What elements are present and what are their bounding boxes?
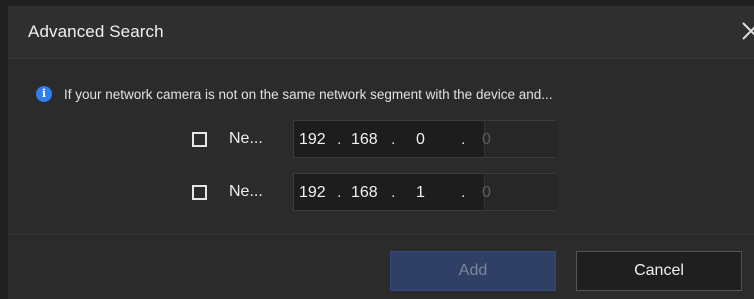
ip-octet-2[interactable]: 168	[351, 131, 378, 149]
info-icon: i	[36, 86, 52, 102]
info-text: If your network camera is not on the sam…	[64, 86, 553, 102]
ip-address-field[interactable]: 192 . 168 . 0 . 0	[293, 120, 557, 158]
add-button[interactable]: Add	[390, 251, 556, 291]
ip-octet-3[interactable]: 1	[416, 184, 425, 202]
ip-dot: .	[337, 184, 342, 201]
ip-dot: .	[461, 184, 466, 201]
ip-octet-1[interactable]: 192	[299, 184, 326, 202]
ip-octet-4-box[interactable]	[484, 174, 557, 210]
segment-label: Ne...	[229, 130, 263, 147]
segment-label: Ne...	[229, 183, 263, 200]
cancel-button[interactable]: Cancel	[576, 251, 742, 291]
title-bar: Advanced Search	[8, 6, 754, 59]
info-message: i If your network camera is not on the s…	[36, 84, 748, 104]
dialog-title: Advanced Search	[28, 22, 164, 41]
ip-dot: .	[461, 131, 466, 148]
ip-octet-4-box[interactable]	[484, 121, 557, 157]
segment-checkbox[interactable]	[192, 131, 207, 147]
ip-octet-1[interactable]: 192	[299, 131, 326, 149]
segment-checkbox[interactable]	[192, 184, 207, 200]
ip-address-field[interactable]: 192 . 168 . 1 . 0	[293, 173, 557, 211]
segment-row: Ne... 192 . 168 . 1 . 0	[192, 173, 557, 211]
ip-dot: .	[391, 184, 396, 201]
ip-octet-3[interactable]: 0	[416, 131, 425, 149]
segment-row: Ne... 192 . 168 . 0 . 0	[192, 120, 557, 158]
ip-dot: .	[391, 131, 396, 148]
dialog-footer: Add Cancel	[8, 234, 754, 299]
close-icon[interactable]	[730, 16, 754, 46]
ip-octet-2[interactable]: 168	[351, 184, 378, 202]
ip-octet-4[interactable]: 0	[482, 184, 491, 202]
ip-dot: .	[337, 131, 342, 148]
advanced-search-dialog: Advanced Search i If your network camera…	[8, 6, 754, 299]
ip-octet-4[interactable]: 0	[482, 131, 491, 149]
